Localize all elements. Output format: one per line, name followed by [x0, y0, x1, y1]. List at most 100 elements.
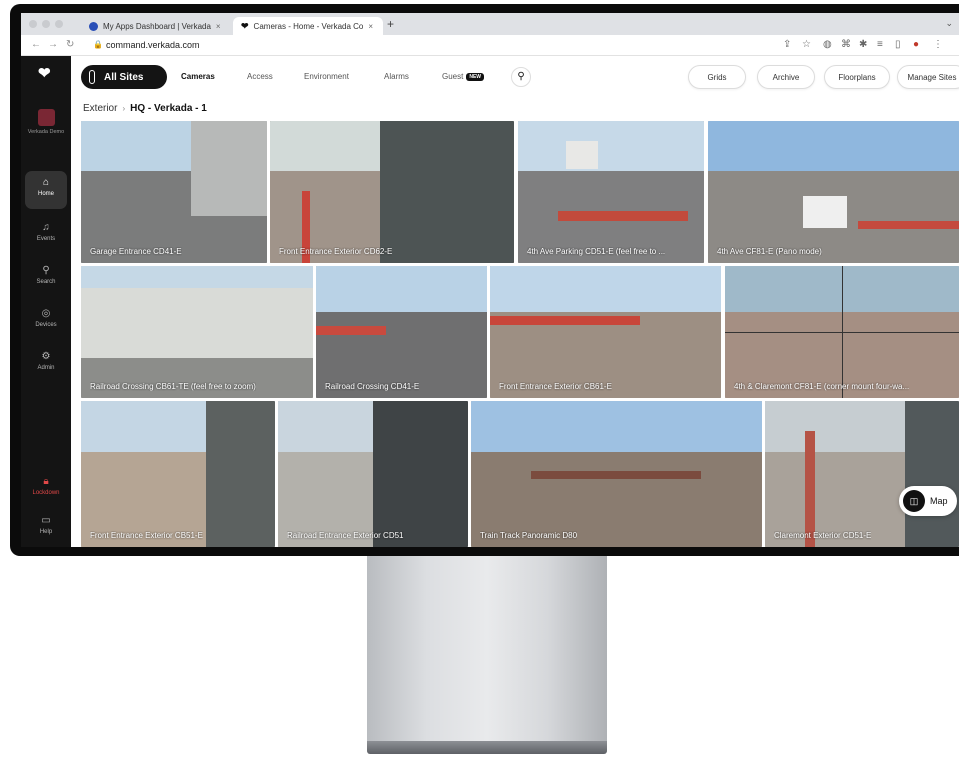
feed-curb	[858, 221, 959, 229]
window-close-dot[interactable]	[29, 20, 37, 28]
verkada-favicon-icon: ❤	[241, 20, 249, 31]
breadcrumb-parent[interactable]: Exterior	[83, 103, 117, 114]
sidebar-item-devices[interactable]: ◎ Devices	[25, 302, 67, 340]
feed-curb	[805, 431, 815, 547]
extension-icon[interactable]: ◍	[823, 39, 832, 50]
all-sites-button[interactable]: All Sites	[81, 65, 167, 89]
camera-name: Railroad Entrance Exterior CD51	[287, 531, 404, 540]
tab-list-chevron-icon[interactable]: ⌄	[945, 18, 953, 29]
browser-tab-dashboard[interactable]: My Apps Dashboard | Verkada ×	[81, 17, 233, 35]
tab-close-icon[interactable]: ×	[368, 22, 373, 31]
monitor-stand-base	[367, 741, 607, 754]
camera-name: Front Entrance Exterior CB61-E	[499, 382, 612, 391]
main-content: All Sites Cameras Access Environment Ala…	[71, 56, 959, 547]
window-maximize-dot[interactable]	[55, 20, 63, 28]
manage-sites-button[interactable]: Manage Sites	[897, 65, 959, 89]
all-sites-label: All Sites	[104, 71, 144, 83]
sidebar-item-label: Admin	[37, 365, 55, 371]
archive-button[interactable]: Archive	[757, 65, 815, 89]
extension-icon[interactable]: ✱	[859, 39, 867, 50]
feed-building	[380, 121, 514, 263]
search-button[interactable]: ⚲	[511, 67, 531, 87]
feed-sky	[708, 121, 959, 171]
lock-icon: 🔒︎	[43, 476, 49, 487]
feed-building	[206, 401, 275, 547]
sidebar-item-label: Help	[39, 529, 53, 535]
sidebar: ❤ Verkada Demo ⌂ Home ♫ Events ⚲ Search …	[21, 56, 71, 547]
map-button-label: Map	[930, 496, 948, 506]
verkada-apps-favicon-icon	[89, 21, 98, 31]
grids-button[interactable]: Grids	[688, 65, 746, 89]
new-tab-button[interactable]: +	[387, 17, 394, 31]
sidebar-item-lockdown[interactable]: 🔒︎ Lockdown	[25, 470, 67, 508]
camera-name: Claremont Exterior CD51-E	[774, 531, 872, 540]
camera-tile[interactable]: Garage Entrance CD41-E	[81, 121, 267, 263]
sidebar-item-home[interactable]: ⌂ Home	[25, 171, 67, 209]
camera-tile[interactable]: 4th Ave Parking CD51-E (feel free to ...	[518, 121, 704, 263]
monitor-bezel: My Apps Dashboard | Verkada × ❤ Cameras …	[10, 4, 959, 556]
home-icon: ⌂	[42, 177, 50, 188]
reload-icon[interactable]: ↻	[66, 39, 74, 50]
nav-access[interactable]: Access	[247, 72, 273, 81]
browser-tab-bar: My Apps Dashboard | Verkada × ❤ Cameras …	[21, 13, 959, 35]
bell-icon: ♫	[42, 222, 50, 233]
lock-icon: 🔒	[93, 40, 103, 49]
extension-icon[interactable]: ⌘	[841, 39, 851, 50]
map-button[interactable]: ◫ Map	[899, 486, 957, 516]
tab-title: Cameras - Home - Verkada Co	[253, 21, 364, 31]
nav-cameras[interactable]: Cameras	[181, 72, 215, 81]
sidebar-item-admin[interactable]: ⚙ Admin	[25, 345, 67, 383]
org-avatar[interactable]	[38, 109, 55, 126]
tab-close-icon[interactable]: ×	[216, 22, 221, 31]
camera-name: Garage Entrance CD41-E	[90, 247, 182, 256]
sidebar-toggle-icon	[89, 70, 95, 84]
nav-guest[interactable]: Guest NEW	[442, 72, 485, 81]
back-arrow-icon[interactable]: ←	[31, 39, 41, 50]
share-icon[interactable]: ⇪	[783, 39, 791, 50]
sidebar-item-events[interactable]: ♫ Events	[25, 216, 67, 254]
camera-tile[interactable]: Front Entrance Exterior CD62-E	[270, 121, 514, 263]
new-badge: NEW	[466, 73, 485, 81]
breadcrumb: Exterior › HQ - Verkada - 1	[83, 103, 207, 114]
devices-icon: ◎	[41, 308, 51, 319]
browser-tab-cameras[interactable]: ❤ Cameras - Home - Verkada Co ×	[233, 17, 383, 35]
camera-name: 4th Ave CF81-E (Pano mode)	[717, 247, 822, 256]
feed-truck	[566, 141, 598, 169]
camera-name: Front Entrance Exterior CB51-E	[90, 531, 203, 540]
camera-tile[interactable]: Front Entrance Exterior CB51-E	[81, 401, 275, 547]
url-field[interactable]: command.verkada.com	[106, 40, 200, 50]
extension-icon[interactable]: ≡	[877, 39, 883, 50]
feed-track	[531, 471, 701, 479]
camera-name: 4th Ave Parking CD51-E (feel free to ...	[527, 247, 666, 256]
floorplans-button[interactable]: Floorplans	[824, 65, 890, 89]
camera-tile[interactable]: Railroad Entrance Exterior CD51	[278, 401, 468, 547]
feed-curb	[316, 326, 386, 335]
profile-avatar-icon[interactable]: ●	[913, 39, 919, 50]
camera-tile[interactable]: Train Track Panoramic D80	[471, 401, 762, 547]
camera-name: Train Track Panoramic D80	[480, 531, 578, 540]
sidepanel-icon[interactable]: ▯	[895, 39, 901, 50]
camera-tile[interactable]: Railroad Crossing CB61-TE (feel free to …	[81, 266, 313, 398]
map-icon: ◫	[903, 490, 925, 512]
camera-tile[interactable]: Railroad Crossing CD41-E	[316, 266, 487, 398]
breadcrumb-chevron-icon: ›	[122, 104, 126, 113]
verkada-logo-icon[interactable]: ❤	[38, 64, 51, 82]
nav-alarms[interactable]: Alarms	[384, 72, 409, 81]
window-minimize-dot[interactable]	[42, 20, 50, 28]
camera-tile[interactable]: 4th Ave CF81-E (Pano mode)	[708, 121, 959, 263]
nav-environment[interactable]: Environment	[304, 72, 349, 81]
feed-building	[81, 288, 313, 358]
camera-tile[interactable]: Claremont Exterior CD51-E	[765, 401, 959, 547]
sidebar-item-label: Devices	[35, 322, 57, 328]
more-menu-icon[interactable]: ⋮	[933, 39, 943, 50]
camera-name: Railroad Crossing CB61-TE (feel free to …	[90, 382, 256, 391]
bookmark-star-icon[interactable]: ☆	[802, 39, 811, 50]
feed-sky	[490, 266, 721, 313]
sidebar-item-help[interactable]: ▭ Help	[25, 509, 67, 547]
sidebar-item-search[interactable]: ⚲ Search	[25, 259, 67, 297]
camera-tile[interactable]: Front Entrance Exterior CB61-E	[490, 266, 721, 398]
camera-tile[interactable]: 4th & Claremont CF81-E (corner mount fou…	[725, 266, 959, 398]
forward-arrow-icon[interactable]: →	[48, 39, 58, 50]
address-bar: ← → ↻ 🔒 command.verkada.com ⇪ ☆ ◍ ⌘ ✱ ≡ …	[21, 35, 959, 56]
screen: My Apps Dashboard | Verkada × ❤ Cameras …	[21, 13, 959, 547]
